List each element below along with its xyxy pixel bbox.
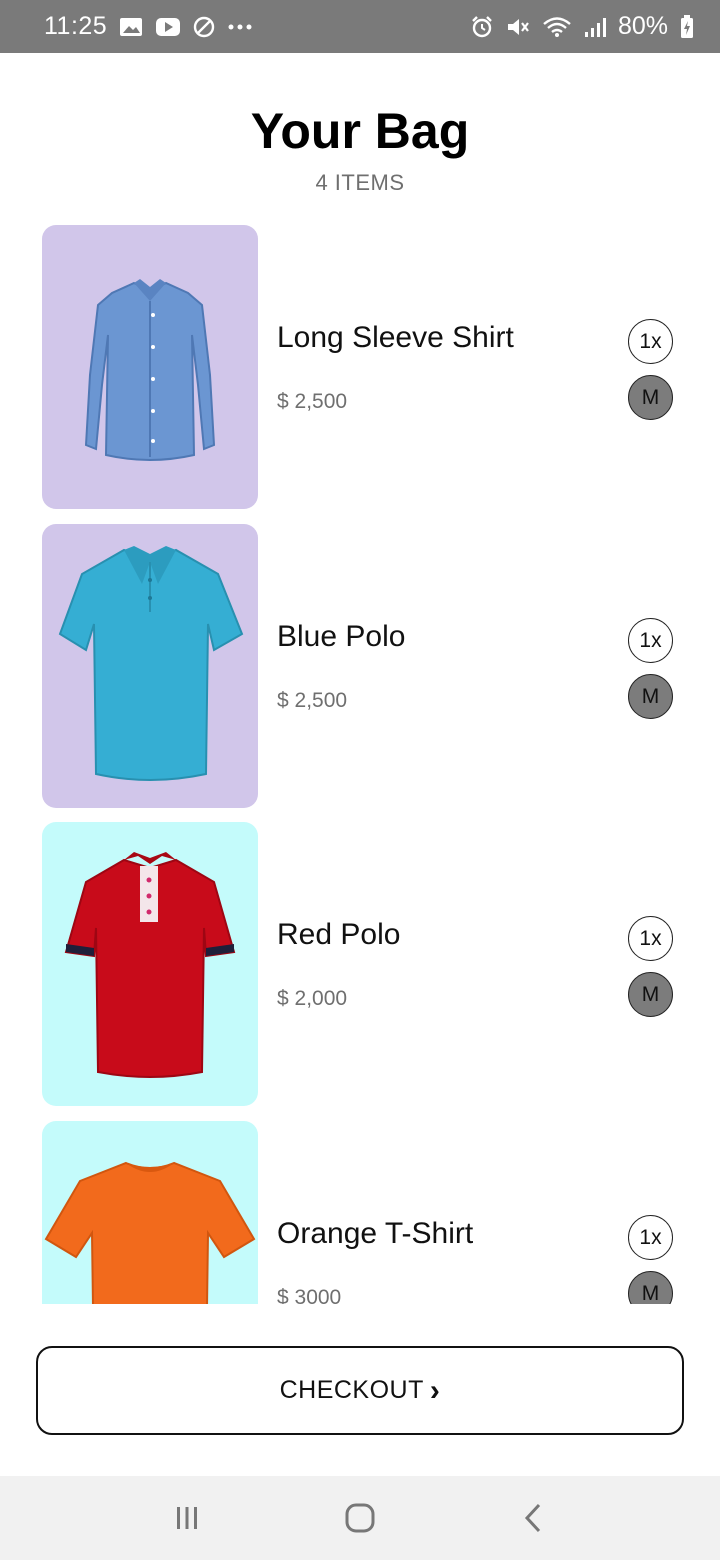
status-left: 11:25 — [44, 12, 253, 41]
system-nav-bar — [0, 1476, 720, 1560]
home-icon — [345, 1503, 375, 1533]
page-title: Your Bag — [250, 103, 470, 159]
product-image[interactable] — [42, 225, 258, 509]
item-price: $ 2,500 — [277, 689, 348, 712]
back-button[interactable] — [503, 1488, 563, 1548]
polo-shirt-icon — [64, 852, 236, 1078]
quantity-badge[interactable]: 1x — [628, 319, 673, 364]
polo-shirt-icon — [58, 546, 244, 781]
recent-apps-icon — [176, 1507, 197, 1529]
checkout-label: CHECKOUT — [279, 1376, 424, 1404]
item-name: Blue Polo — [277, 620, 406, 653]
bag-item[interactable]: Long Sleeve Shirt $ 2,500 1x M — [42, 225, 682, 509]
size-badge[interactable]: M — [628, 375, 673, 420]
item-price: $ 3000 — [277, 1286, 342, 1304]
quantity-badge[interactable]: 1x — [628, 1215, 673, 1260]
image-icon — [119, 17, 143, 37]
mute-icon — [506, 16, 530, 38]
status-right: 80% — [470, 12, 694, 41]
chevron-right-icon: › — [429, 1373, 441, 1407]
blocked-icon — [193, 16, 215, 38]
status-time: 11:25 — [44, 12, 108, 40]
long-sleeve-shirt-icon — [84, 279, 216, 461]
recent-apps-button[interactable] — [157, 1488, 217, 1548]
youtube-icon — [155, 17, 181, 37]
item-name: Red Polo — [277, 918, 401, 951]
item-price: $ 2,500 — [277, 390, 348, 413]
size-badge[interactable]: M — [628, 1271, 673, 1304]
t-shirt-icon — [44, 1161, 256, 1304]
quantity-badge[interactable]: 1x — [628, 916, 673, 961]
size-badge[interactable]: M — [628, 674, 673, 719]
item-name: Orange T-Shirt — [277, 1217, 474, 1250]
battery-percent: 80% — [617, 12, 668, 40]
product-image[interactable] — [42, 822, 258, 1106]
battery-icon — [680, 14, 694, 39]
item-name: Long Sleeve Shirt — [277, 321, 514, 354]
home-button[interactable] — [330, 1488, 390, 1548]
item-count: 4 ITEMS — [315, 170, 405, 195]
wifi-icon — [542, 16, 572, 38]
bag-item-list[interactable]: Long Sleeve Shirt $ 2,500 1x M Blue Polo… — [0, 225, 720, 1304]
bag-item[interactable]: Blue Polo $ 2,500 1x M — [42, 524, 682, 808]
item-price: $ 2,000 — [277, 987, 348, 1010]
checkout-button[interactable]: CHECKOUT › — [36, 1346, 684, 1435]
signal-icon — [584, 16, 606, 38]
quantity-badge[interactable]: 1x — [628, 618, 673, 663]
size-badge[interactable]: M — [628, 972, 673, 1017]
alarm-icon — [470, 15, 494, 39]
bag-item[interactable]: Orange T-Shirt $ 3000 1x M — [42, 1121, 682, 1304]
more-dots-icon — [227, 23, 253, 31]
status-bar: 11:25 80% — [0, 0, 720, 53]
product-image[interactable] — [42, 1121, 258, 1304]
back-icon — [525, 1503, 541, 1533]
bag-item[interactable]: Red Polo $ 2,000 1x M — [42, 822, 682, 1106]
product-image[interactable] — [42, 524, 258, 808]
bag-header: Your Bag 4 ITEMS — [0, 100, 720, 196]
